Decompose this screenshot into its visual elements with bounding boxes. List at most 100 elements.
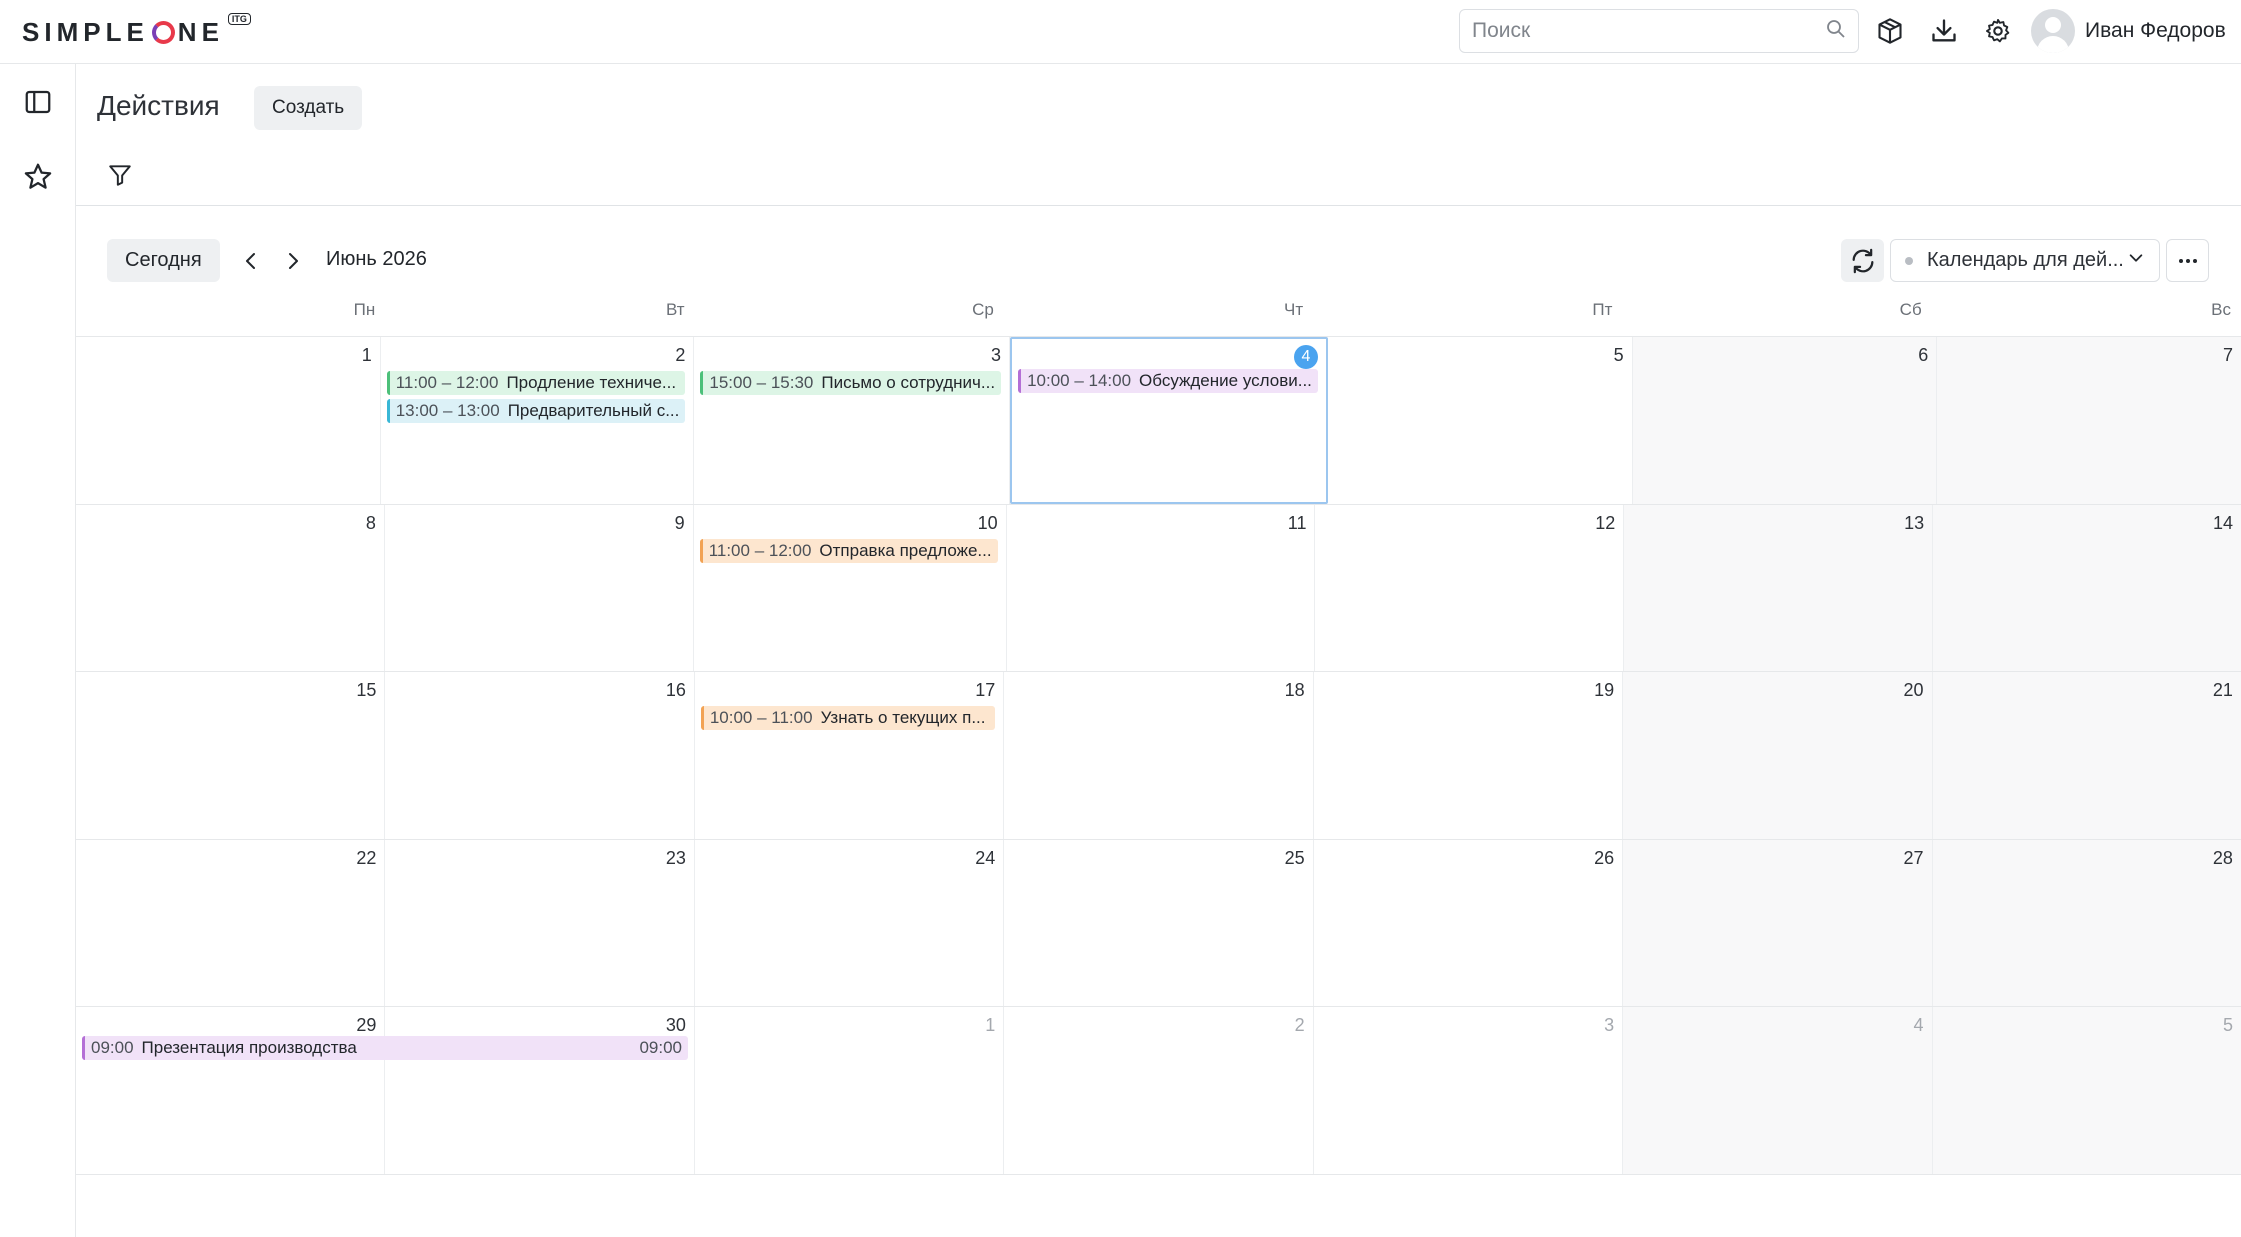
more-options-icon[interactable] <box>2166 239 2209 282</box>
day-number[interactable]: 4 <box>1629 1013 1924 1037</box>
day-number[interactable]: 7 <box>1943 343 2233 367</box>
event-title: Презентация производства <box>141 1038 357 1057</box>
day-cell[interactable]: 13 <box>1624 504 1934 672</box>
create-button[interactable]: Создать <box>254 86 363 130</box>
day-cell[interactable]: 22 <box>76 839 386 1007</box>
day-cell[interactable]: 2 11:00 – 12:00 Продление техниче... 13:00 … <box>381 337 695 504</box>
day-cell[interactable]: 29 <box>76 1007 386 1174</box>
day-cell[interactable]: 9 <box>385 504 694 672</box>
day-number[interactable]: 2 <box>387 343 685 367</box>
day-cell[interactable]: 2 <box>1004 1007 1314 1174</box>
calendar-event[interactable]: 10:00 – 14:00 Обсуждение услови... <box>1018 369 1318 393</box>
today-button[interactable]: Сегодня <box>107 239 220 282</box>
day-cell[interactable]: 30 <box>385 1007 695 1174</box>
day-cell[interactable]: 20 <box>1623 672 1933 839</box>
day-number[interactable]: 28 <box>1939 846 2233 870</box>
calendar-event[interactable]: 11:00 – 12:00 Отправка предложе... <box>699 538 998 563</box>
day-cell[interactable]: 3 15:00 – 15:30 Письмо о сотруднич... <box>694 337 1011 504</box>
search-input[interactable] <box>1472 19 1826 43</box>
search-box[interactable] <box>1459 9 1859 53</box>
day-number[interactable]: 5 <box>1334 343 1624 367</box>
day-number[interactable]: 12 <box>1321 511 1615 535</box>
day-number[interactable]: 13 <box>1630 511 1924 535</box>
day-number[interactable]: 20 <box>1629 678 1924 702</box>
calendar-event[interactable]: 10:00 – 11:00 Узнать о текущих п... <box>700 706 996 731</box>
day-cell[interactable]: 4 <box>1623 1007 1933 1174</box>
day-number[interactable]: 5 <box>1939 1013 2233 1037</box>
day-number[interactable]: 18 <box>1010 678 1305 702</box>
day-cell[interactable]: 18 <box>1004 672 1314 839</box>
day-number[interactable]: 8 <box>82 511 376 535</box>
day-cell[interactable]: 5 <box>1328 337 1633 504</box>
calendar-select[interactable]: Календарь для дей... <box>1890 239 2160 282</box>
day-cell[interactable]: 3 <box>1314 1007 1624 1174</box>
search-icon[interactable] <box>1826 19 1846 44</box>
day-number[interactable]: 22 <box>82 846 376 870</box>
day-number[interactable]: 3 <box>1320 1013 1614 1037</box>
day-number[interactable]: 17 <box>701 678 995 702</box>
calendar-event[interactable]: 11:00 – 12:00 Продление техниче... <box>386 371 686 395</box>
day-cell[interactable]: 1 <box>695 1007 1005 1174</box>
day-number[interactable]: 27 <box>1629 846 1924 870</box>
week-row: 29 30 1 2 3 4 5 <box>76 1007 2241 1175</box>
day-cell[interactable]: 28 <box>1932 839 2241 1007</box>
filter-icon[interactable] <box>103 158 137 192</box>
package-icon[interactable] <box>1873 14 1907 48</box>
calendar-event[interactable]: 13:00 – 13:00 Предварительный с... <box>386 399 686 423</box>
gear-icon[interactable] <box>1981 14 2015 48</box>
chevron-left-icon[interactable] <box>234 244 268 278</box>
day-cell[interactable]: 8 <box>76 504 385 672</box>
calendar-event[interactable]: 15:00 – 15:30 Письмо о сотруднич... <box>700 371 1002 395</box>
event-spanning[interactable]: 09:00 Презентация производства 09:00 <box>82 1036 688 1060</box>
app-logo[interactable]: SIMPLE NE ITG <box>22 13 251 48</box>
day-number[interactable]: 26 <box>1320 846 1614 870</box>
day-cell[interactable]: 25 <box>1004 839 1314 1007</box>
day-cell[interactable]: 12 <box>1315 504 1625 672</box>
day-number[interactable]: 24 <box>701 846 995 870</box>
sidebar-toggle-icon[interactable] <box>20 84 56 120</box>
day-cell[interactable]: 7 <box>1937 337 2241 504</box>
star-icon[interactable] <box>20 159 56 195</box>
day-number[interactable]: 19 <box>1320 678 1614 702</box>
day-number[interactable]: 25 <box>1010 846 1305 870</box>
day-cell[interactable]: 26 <box>1314 839 1624 1007</box>
day-number[interactable]: 30 <box>391 1013 686 1037</box>
day-cell[interactable]: 27 <box>1623 839 1933 1007</box>
download-icon[interactable] <box>1927 14 1961 48</box>
day-number[interactable]: 11 <box>1013 511 1307 535</box>
day-number[interactable]: 29 <box>82 1013 376 1037</box>
day-number[interactable]: 1 <box>82 343 372 367</box>
day-cell[interactable]: 10 11:00 – 12:00 Отправка предложе... <box>694 504 1007 672</box>
day-cell[interactable]: 15 <box>76 672 386 839</box>
day-cell-today[interactable]: 4 10:00 – 14:00 Обсуждение услови... <box>1010 337 1328 504</box>
day-cell[interactable]: 17 10:00 – 11:00 Узнать о текущих п... <box>695 672 1005 839</box>
day-number[interactable]: 21 <box>1939 678 2233 702</box>
day-cell[interactable]: 19 <box>1314 672 1624 839</box>
day-number[interactable]: 15 <box>82 678 376 702</box>
refresh-icon[interactable] <box>1841 239 1884 282</box>
day-cell[interactable]: 6 <box>1632 337 1938 504</box>
day-cell[interactable]: 11 <box>1007 504 1316 672</box>
day-number[interactable]: 10 <box>700 511 998 535</box>
day-number[interactable]: 23 <box>391 846 686 870</box>
day-number[interactable]: 9 <box>391 511 685 535</box>
day-number[interactable]: 3 <box>700 343 1001 367</box>
day-cell[interactable]: 5 <box>1932 1007 2241 1174</box>
chevron-right-icon[interactable] <box>276 244 310 278</box>
day-number[interactable]: 4 <box>1293 345 1318 369</box>
day-number[interactable]: 2 <box>1010 1013 1305 1037</box>
day-number[interactable]: 16 <box>391 678 686 702</box>
day-cell[interactable]: 1 <box>76 337 381 504</box>
user-menu[interactable]: Иван Федоров <box>2031 9 2226 53</box>
day-cell[interactable]: 21 <box>1932 672 2241 839</box>
day-cell[interactable]: 24 <box>695 839 1005 1007</box>
day-cell[interactable]: 16 <box>385 672 695 839</box>
event-time: 13:00 – 13:00 <box>395 401 500 420</box>
user-name[interactable]: Иван Федоров <box>2085 19 2226 43</box>
day-number[interactable]: 6 <box>1639 343 1928 367</box>
day-number[interactable]: 14 <box>1939 511 2233 535</box>
day-cell[interactable]: 14 <box>1933 504 2241 672</box>
avatar[interactable] <box>2031 9 2075 53</box>
day-cell[interactable]: 23 <box>385 839 695 1007</box>
day-number[interactable]: 1 <box>701 1013 995 1037</box>
